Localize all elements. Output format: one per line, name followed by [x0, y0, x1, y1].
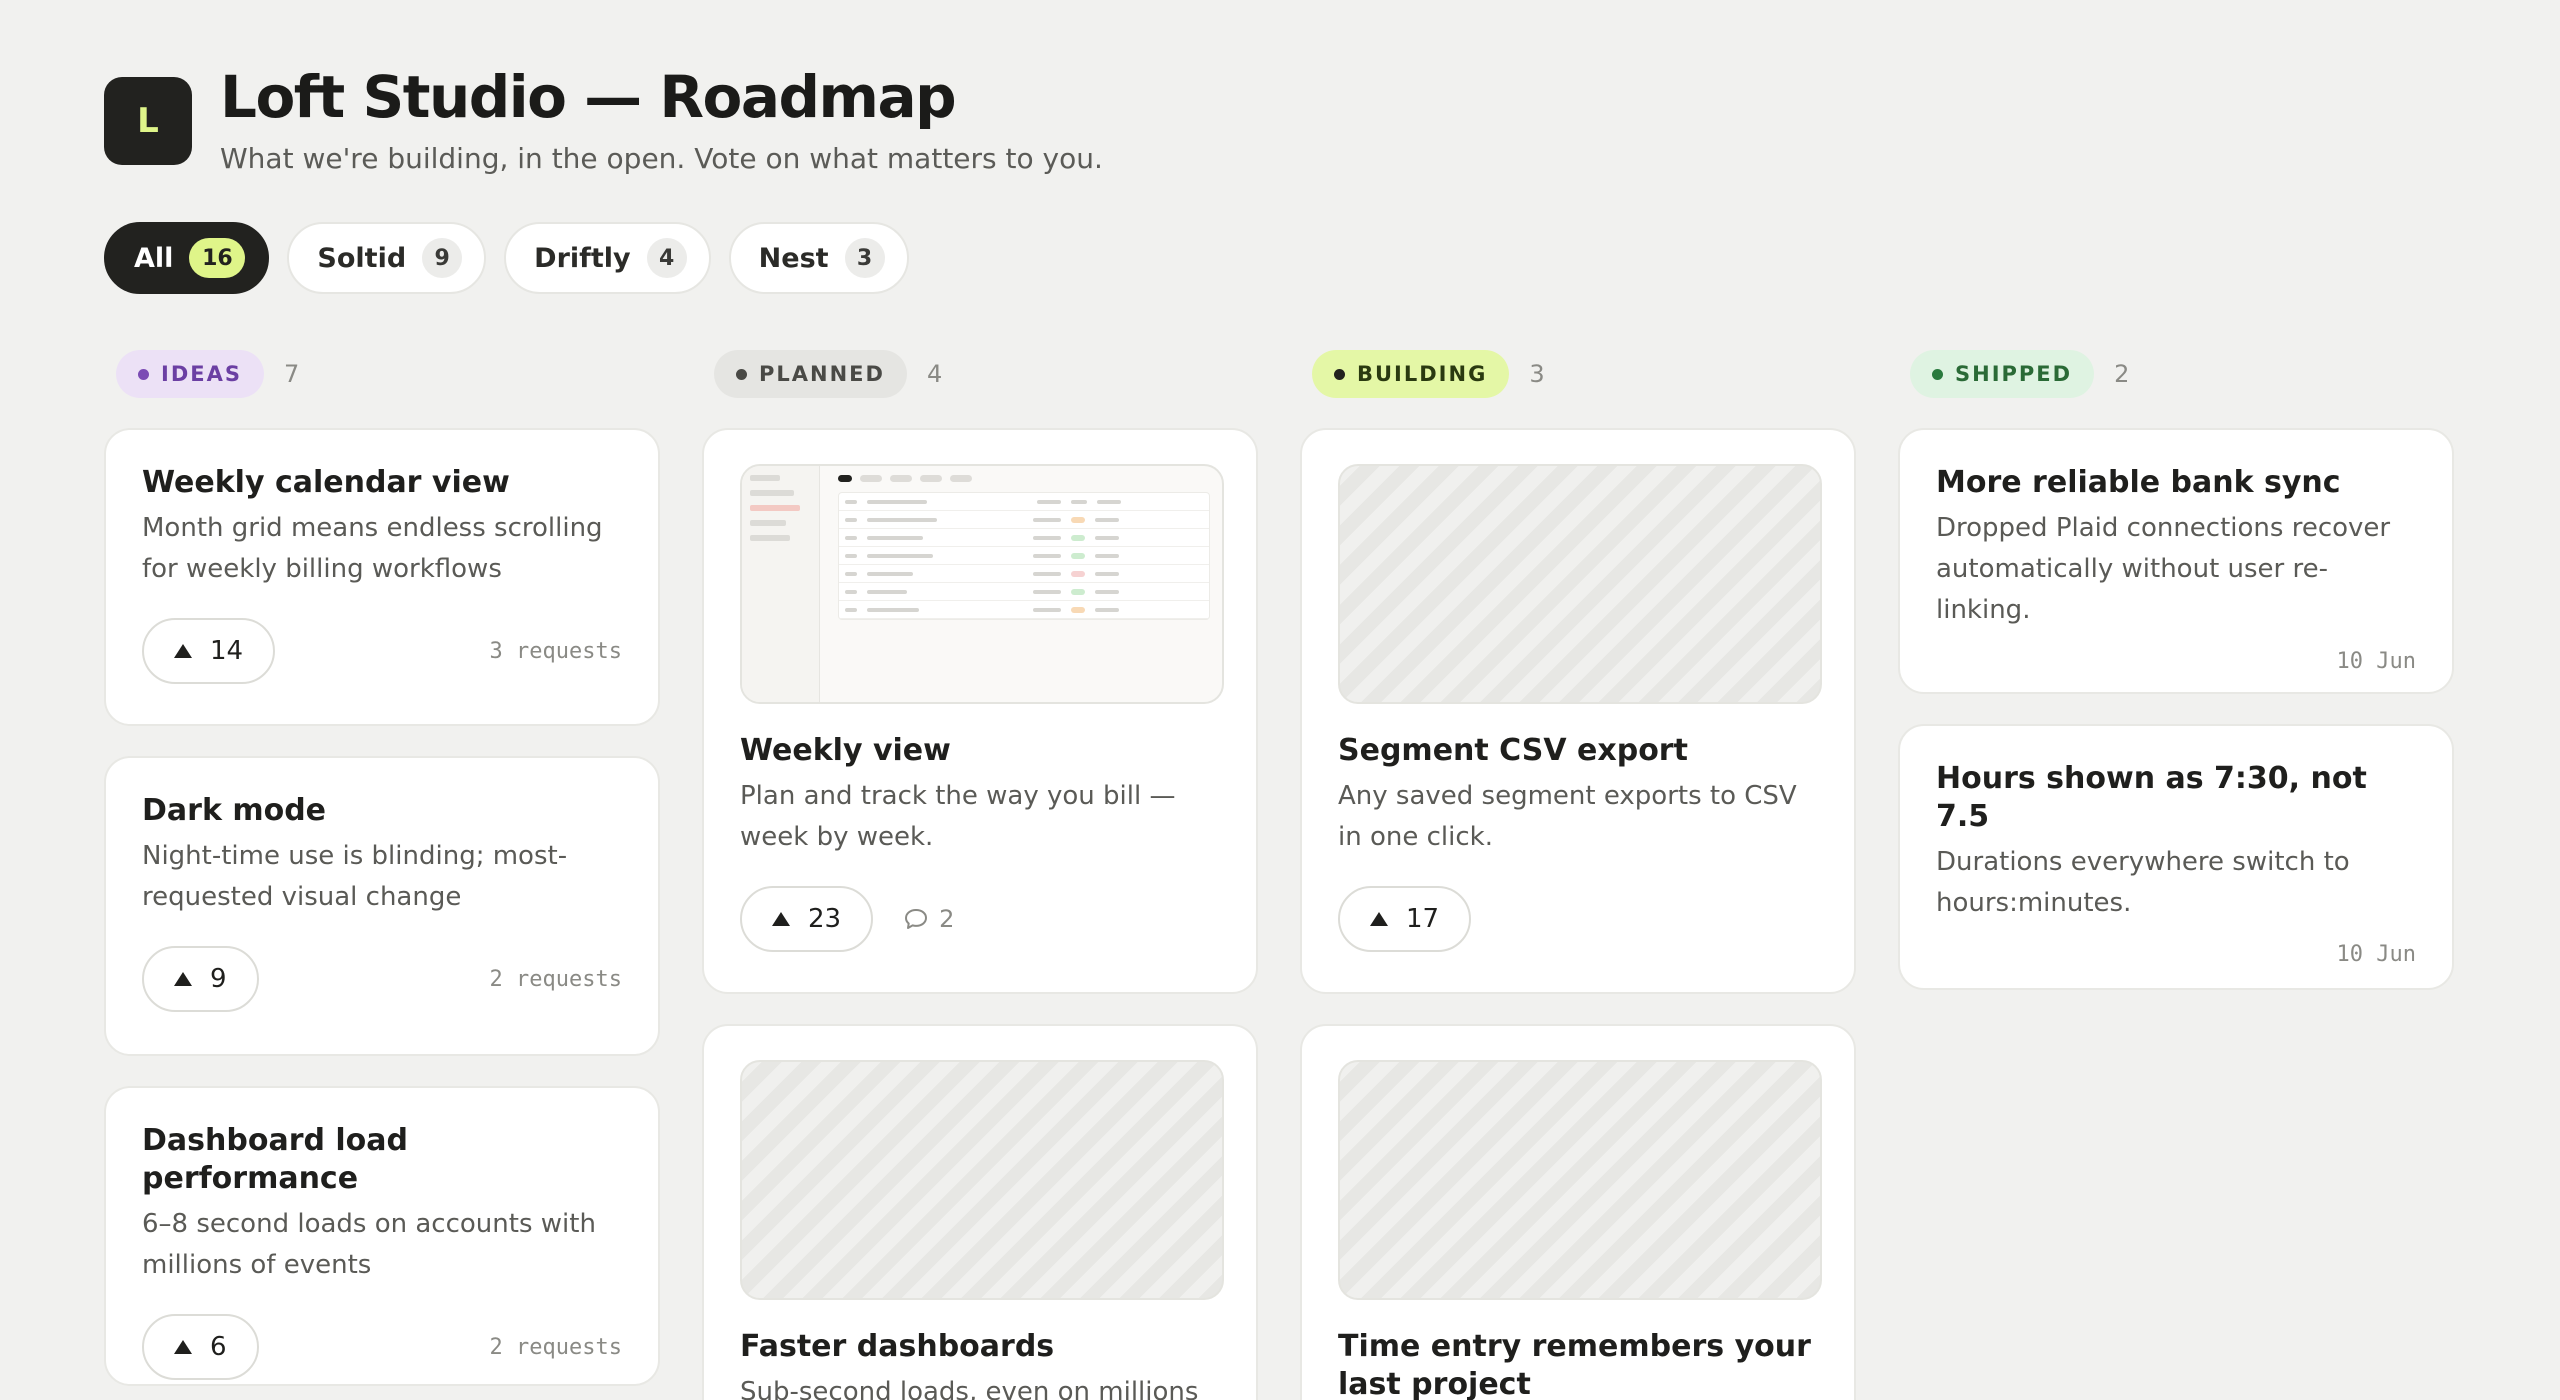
upvote-arrow-icon	[1370, 912, 1388, 926]
shipped-date: 10 Jun	[2336, 649, 2416, 674]
image-placeholder	[1338, 1060, 1822, 1300]
page-subtitle: What we're building, in the open. Vote o…	[220, 142, 1103, 175]
card-description: Night-time use is blinding; most-request…	[142, 841, 568, 912]
filter-count: 3	[844, 238, 885, 278]
column-count: 2	[2114, 360, 2130, 388]
card-screenshot	[740, 464, 1224, 704]
status-dot	[736, 368, 747, 380]
vote-count: 17	[1406, 904, 1440, 934]
upvote-arrow-icon	[174, 1340, 192, 1354]
card-description: Plan and track the way you bill — week b…	[740, 781, 1176, 852]
filter-count: 9	[422, 238, 463, 278]
vote-count: 14	[210, 636, 244, 666]
card-description: 6–8 second loads on accounts with millio…	[142, 1209, 596, 1280]
status-label: SHIPPED	[1955, 362, 2073, 386]
filter-count: 4	[646, 238, 687, 278]
card-title: More reliable bank sync	[1936, 465, 2341, 500]
roadmap-card[interactable]: Segment CSV export Any saved segment exp…	[1300, 428, 1856, 994]
filter-all[interactable]: All 16	[104, 222, 270, 294]
upvote-button[interactable]: 14	[142, 618, 276, 684]
roadmap-card[interactable]: Dark mode Night-time use is blinding; mo…	[104, 756, 660, 1056]
request-count: 2 requests	[489, 1334, 622, 1360]
roadmap-card[interactable]: More reliable bank sync Dropped Plaid co…	[1898, 428, 2454, 694]
filter-label: All	[134, 242, 174, 274]
vote-count: 23	[808, 904, 842, 934]
upvote-button[interactable]: 9	[142, 946, 259, 1012]
page-title: Loft Studio — Roadmap	[220, 63, 957, 131]
filter-driftly[interactable]: Driftly 4	[504, 222, 711, 294]
column-count: 7	[283, 360, 300, 388]
page-header: L Loft Studio — Roadmap What we're build…	[104, 64, 1103, 176]
status-dot	[138, 368, 149, 380]
product-filter-bar: All 16 Soltid 9 Driftly 4 Nest 3	[104, 222, 909, 294]
filter-label: Nest	[758, 242, 829, 274]
card-title: Time entry remembers your last project	[1338, 1329, 1811, 1400]
comment-icon	[905, 909, 928, 929]
filter-label: Driftly	[534, 242, 631, 274]
comment-count: 2	[939, 905, 955, 933]
roadmap-card[interactable]: Weekly view Plan and track the way you b…	[702, 428, 1258, 994]
column-count: 4	[926, 360, 943, 388]
image-placeholder	[1338, 464, 1822, 704]
column-ideas: IDEAS 7 Weekly calendar view Month grid …	[104, 350, 660, 1386]
filter-soltid[interactable]: Soltid 9	[287, 222, 487, 294]
filter-nest[interactable]: Nest 3	[728, 222, 909, 294]
status-badge: BUILDING	[1312, 350, 1510, 398]
card-title: Weekly calendar view	[142, 465, 510, 500]
upvote-arrow-icon	[174, 972, 192, 986]
column-shipped: SHIPPED 2 More reliable bank sync Droppe…	[1898, 350, 2454, 990]
filter-label: Soltid	[317, 242, 407, 274]
shipped-date: 10 Jun	[2336, 942, 2416, 967]
request-count: 2 requests	[489, 966, 622, 992]
roadmap-card[interactable]: Dashboard load performance 6–8 second lo…	[104, 1086, 660, 1386]
column-count: 3	[1529, 360, 1545, 388]
status-badge: IDEAS	[116, 350, 264, 398]
card-title: Dark mode	[142, 793, 327, 828]
status-label: BUILDING	[1357, 362, 1488, 386]
card-title: Dashboard load performance	[142, 1123, 409, 1196]
roadmap-card[interactable]: Hours shown as 7:30, not 7.5 Durations e…	[1898, 724, 2454, 990]
status-badge: PLANNED	[714, 350, 907, 398]
roadmap-card[interactable]: Time entry remembers your last project	[1300, 1024, 1856, 1400]
upvote-arrow-icon	[772, 912, 790, 926]
upvote-button[interactable]: 6	[142, 1314, 259, 1380]
roadmap-card[interactable]: Faster dashboards Sub-second loads, even…	[702, 1024, 1258, 1400]
upvote-arrow-icon	[174, 644, 192, 658]
vote-count: 6	[210, 1332, 227, 1362]
card-description: Month grid means endless scrolling for w…	[142, 513, 603, 584]
status-dot	[1932, 368, 1943, 380]
status-label: PLANNED	[759, 362, 885, 386]
status-dot	[1334, 368, 1345, 380]
card-title: Faster dashboards	[740, 1329, 1055, 1364]
column-building: BUILDING 3 Segment CSV export Any saved …	[1300, 350, 1856, 1400]
column-planned: PLANNED 4 Weekly view Plan and track the…	[702, 350, 1258, 1400]
request-count: 3 requests	[489, 638, 622, 664]
image-placeholder	[740, 1060, 1224, 1300]
status-badge: SHIPPED	[1910, 350, 2095, 398]
card-title: Weekly view	[740, 733, 951, 768]
upvote-button[interactable]: 23	[740, 886, 874, 952]
card-title: Hours shown as 7:30, not 7.5	[1936, 761, 2367, 834]
comments-link[interactable]: 2	[903, 905, 954, 933]
filter-count: 16	[189, 238, 246, 278]
status-label: IDEAS	[161, 362, 242, 386]
card-title: Segment CSV export	[1338, 733, 1688, 768]
studio-logo: L	[104, 77, 192, 165]
card-description: Sub-second loads, even on millions of ev…	[740, 1377, 1199, 1400]
card-description: Any saved segment exports to CSV in one …	[1338, 781, 1797, 852]
card-description: Durations everywhere switch to hours:min…	[1936, 847, 2350, 918]
upvote-button[interactable]: 17	[1338, 886, 1472, 952]
card-description: Dropped Plaid connections recover automa…	[1936, 513, 2391, 625]
vote-count: 9	[210, 964, 227, 994]
roadmap-card[interactable]: Weekly calendar view Month grid means en…	[104, 428, 660, 726]
